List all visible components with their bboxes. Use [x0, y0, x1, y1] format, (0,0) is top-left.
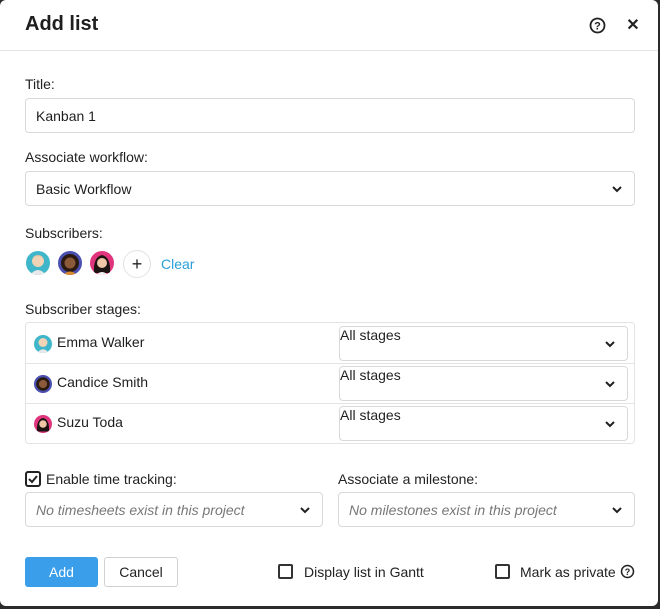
- subscriber-name: Candice Smith: [57, 374, 149, 390]
- add-subscriber-button[interactable]: +: [123, 250, 151, 278]
- add-list-dialog: Add list ? ✕ Title: Kanban 1 Associate w…: [0, 0, 658, 606]
- stage-select[interactable]: All stages: [339, 366, 628, 401]
- avatar-candice-smith[interactable]: [56, 249, 84, 277]
- help-icon[interactable]: ?: [589, 17, 606, 34]
- close-icon[interactable]: ✕: [626, 17, 640, 34]
- time-tracking-label: Enable time tracking:: [46, 471, 177, 487]
- milestone-select[interactable]: No milestones exist in this project: [338, 492, 635, 527]
- table-row: Suzu Toda All stages: [26, 403, 634, 443]
- cancel-button[interactable]: Cancel: [104, 557, 178, 587]
- table-row: Candice Smith All stages: [26, 363, 634, 403]
- subscriber-stages-label: Subscriber stages:: [25, 301, 141, 317]
- chevron-down-icon: [300, 507, 310, 514]
- clear-subscribers-link[interactable]: Clear: [161, 256, 194, 272]
- workflow-label: Associate workflow:: [25, 149, 148, 165]
- chevron-down-icon: [612, 507, 622, 514]
- avatar: [34, 415, 52, 433]
- milestone-label: Associate a milestone:: [338, 471, 479, 487]
- gantt-checkbox[interactable]: [278, 564, 293, 579]
- milestone-placeholder: No milestones exist in this project: [349, 502, 557, 518]
- avatar: [34, 335, 52, 353]
- dialog-title: Add list: [25, 13, 99, 35]
- private-label: Mark as private: [520, 564, 616, 580]
- chevron-down-icon: [612, 186, 622, 193]
- private-checkbox[interactable]: [495, 564, 510, 579]
- table-row: Emma Walker All stages: [26, 323, 634, 363]
- chevron-down-icon: [605, 341, 615, 348]
- chevron-down-icon: [605, 381, 615, 388]
- title-input-value: Kanban 1: [36, 108, 96, 124]
- timesheet-select[interactable]: No timesheets exist in this project: [25, 492, 323, 527]
- workflow-select-value: Basic Workflow: [36, 181, 132, 197]
- stage-select-value: All stages: [340, 367, 401, 383]
- stage-select[interactable]: All stages: [339, 406, 628, 441]
- time-tracking-checkbox[interactable]: [25, 471, 41, 487]
- title-input[interactable]: Kanban 1: [25, 98, 635, 133]
- title-label: Title:: [25, 76, 55, 92]
- gantt-label: Display list in Gantt: [304, 564, 424, 580]
- add-button[interactable]: Add: [25, 557, 98, 587]
- subscriber-name: Emma Walker: [57, 334, 145, 350]
- dialog-header: Add list ? ✕: [0, 0, 658, 51]
- svg-text:?: ?: [625, 567, 631, 577]
- avatar-suzu-toda[interactable]: [88, 249, 116, 277]
- subscriber-stages-table: Emma Walker All stages Candice Smith All…: [25, 322, 635, 444]
- stage-select-value: All stages: [340, 327, 401, 343]
- chevron-down-icon: [605, 421, 615, 428]
- stage-select-value: All stages: [340, 407, 401, 423]
- subscribers-label: Subscribers:: [25, 225, 103, 241]
- svg-text:?: ?: [594, 21, 601, 33]
- help-icon[interactable]: ?: [620, 564, 635, 579]
- workflow-select[interactable]: Basic Workflow: [25, 171, 635, 206]
- stage-select[interactable]: All stages: [339, 326, 628, 361]
- timesheet-placeholder: No timesheets exist in this project: [36, 502, 245, 518]
- avatar-emma-walker[interactable]: [24, 249, 52, 277]
- subscriber-name: Suzu Toda: [57, 414, 123, 430]
- avatar: [34, 375, 52, 393]
